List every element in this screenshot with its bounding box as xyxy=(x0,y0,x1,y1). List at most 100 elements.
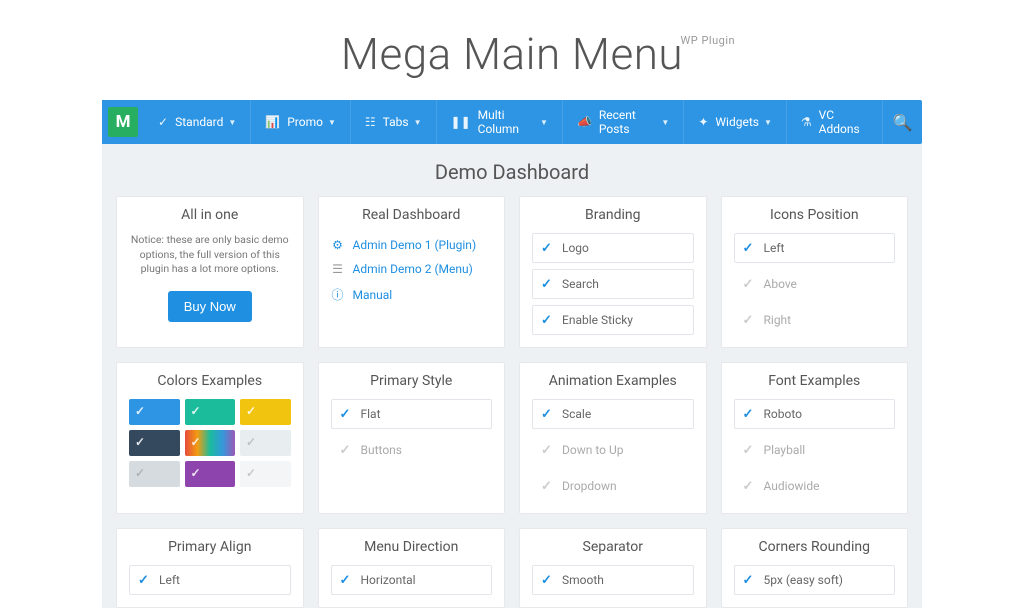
option-horizontal[interactable]: Horizontal xyxy=(331,565,493,595)
card-primary-align: Primary Align Left xyxy=(116,528,304,608)
option-flat[interactable]: Flat xyxy=(331,399,493,429)
card-menu-direction: Menu Direction Horizontal xyxy=(318,528,506,608)
nav-item-standard[interactable]: ✓Standard▼ xyxy=(144,100,251,144)
nav-item-tabs[interactable]: ☷Tabs▼ xyxy=(351,100,437,144)
option-label: Logo xyxy=(562,241,589,255)
check-icon xyxy=(541,481,554,492)
card-primary-style: Primary Style Flat Buttons xyxy=(318,362,506,514)
check-icon xyxy=(743,409,756,420)
nav-label: Multi Column xyxy=(478,108,535,136)
swatch-yellow[interactable] xyxy=(240,399,291,425)
nav-label: Recent Posts xyxy=(599,108,657,136)
flask-icon: ⚗ xyxy=(801,115,812,129)
option-right[interactable]: Right xyxy=(734,305,896,335)
card-branding: Branding Logo Search Enable Sticky xyxy=(519,196,707,348)
option-label: 5px (easy soft) xyxy=(764,573,843,587)
page-title: Mega Main Menu WP Plugin xyxy=(341,28,683,80)
check-icon xyxy=(743,243,756,254)
option-enable-sticky[interactable]: Enable Sticky xyxy=(532,305,694,335)
card-font: Font Examples Roboto Playball Audiowide xyxy=(721,362,909,514)
check-icon xyxy=(340,575,353,586)
option-label: Dropdown xyxy=(562,479,617,493)
option-logo[interactable]: Logo xyxy=(532,233,694,263)
card-animation: Animation Examples Scale Down to Up Drop… xyxy=(519,362,707,514)
check-icon xyxy=(743,279,756,290)
check-icon: ✓ xyxy=(158,115,168,129)
option-above[interactable]: Above xyxy=(734,269,896,299)
hero: Mega Main Menu WP Plugin xyxy=(0,0,1024,100)
option-label: Scale xyxy=(562,407,591,421)
nav-item-multicolumn[interactable]: ❚❚Multi Column▼ xyxy=(437,100,563,144)
nav-label: VC Addons xyxy=(819,108,869,136)
card-icons-position: Icons Position Left Above Right xyxy=(721,196,909,348)
option-left[interactable]: Left xyxy=(734,233,896,263)
link-label: Manual xyxy=(353,288,393,302)
card-title: Primary Align xyxy=(129,539,291,555)
swatch-blue[interactable] xyxy=(129,399,180,425)
card-colors: Colors Examples xyxy=(116,362,304,514)
nav-item-widgets[interactable]: ✦Widgets▼ xyxy=(684,100,787,144)
card-title: Corners Rounding xyxy=(734,539,896,555)
nav-item-vcaddons[interactable]: ⚗ VC Addons xyxy=(787,100,884,144)
option-label: Playball xyxy=(764,443,806,457)
card-title: Font Examples xyxy=(734,373,896,389)
option-roboto[interactable]: Roboto xyxy=(734,399,896,429)
title-sup: WP Plugin xyxy=(681,34,736,47)
swatch-rainbow[interactable] xyxy=(185,430,236,456)
option-label: Horizontal xyxy=(361,573,416,587)
option-5px[interactable]: 5px (easy soft) xyxy=(734,565,896,595)
card-title: Primary Style xyxy=(331,373,493,389)
option-smooth[interactable]: Smooth xyxy=(532,565,694,595)
chart-icon: 📊 xyxy=(265,115,280,129)
swatch-teal[interactable] xyxy=(185,399,236,425)
swatch-purple[interactable] xyxy=(185,461,236,487)
caret-down-icon: ▼ xyxy=(661,118,669,127)
card-title: Real Dashboard xyxy=(331,207,493,223)
nav-label: Widgets xyxy=(715,115,759,129)
nav-item-recent[interactable]: 📣Recent Posts▼ xyxy=(563,100,684,144)
caret-down-icon: ▼ xyxy=(540,118,548,127)
main-nav: M ✓Standard▼ 📊Promo▼ ☷Tabs▼ ❚❚Multi Colu… xyxy=(102,100,922,144)
option-label: Buttons xyxy=(361,443,403,457)
card-real-dashboard: Real Dashboard ⚙Admin Demo 1 (Plugin) ☰A… xyxy=(318,196,506,348)
option-dropdown[interactable]: Dropdown xyxy=(532,471,694,501)
search-icon: 🔍 xyxy=(893,113,913,132)
check-icon xyxy=(743,315,756,326)
buy-now-button[interactable]: Buy Now xyxy=(168,291,252,322)
swatch-light1[interactable] xyxy=(240,430,291,456)
option-playball[interactable]: Playball xyxy=(734,435,896,465)
option-label: Audiowide xyxy=(764,479,820,493)
option-label: Down to Up xyxy=(562,443,624,457)
notice-text: Notice: these are only basic demo option… xyxy=(129,233,291,277)
title-text: Mega Main Menu xyxy=(341,28,683,80)
card-separator: Separator Smooth xyxy=(519,528,707,608)
swatch-light2[interactable] xyxy=(129,461,180,487)
search-button[interactable]: 🔍 xyxy=(883,100,922,144)
option-buttons[interactable]: Buttons xyxy=(331,435,493,465)
link-manual[interactable]: ⓘManual xyxy=(331,281,493,308)
link-label: Admin Demo 1 (Plugin) xyxy=(353,238,477,252)
option-search[interactable]: Search xyxy=(532,269,694,299)
swatch-light3[interactable] xyxy=(240,461,291,487)
option-label: Search xyxy=(562,277,599,291)
logo-icon: M xyxy=(108,107,138,137)
nav-logo[interactable]: M xyxy=(102,100,144,144)
swatch-dark[interactable] xyxy=(129,430,180,456)
nav-label: Tabs xyxy=(383,115,409,129)
nav-label: Promo xyxy=(287,115,323,129)
check-icon xyxy=(743,575,756,586)
link-admin-demo-1[interactable]: ⚙Admin Demo 1 (Plugin) xyxy=(331,233,493,257)
check-icon xyxy=(340,409,353,420)
option-down-to-up[interactable]: Down to Up xyxy=(532,435,694,465)
option-left[interactable]: Left xyxy=(129,565,291,595)
check-icon xyxy=(541,445,554,456)
nav-item-promo[interactable]: 📊Promo▼ xyxy=(251,100,351,144)
check-icon xyxy=(541,243,554,254)
option-scale[interactable]: Scale xyxy=(532,399,694,429)
check-icon xyxy=(541,315,554,326)
option-label: Enable Sticky xyxy=(562,313,633,327)
option-audiowide[interactable]: Audiowide xyxy=(734,471,896,501)
link-admin-demo-2[interactable]: ☰Admin Demo 2 (Menu) xyxy=(331,257,493,281)
check-icon xyxy=(743,445,756,456)
check-icon xyxy=(340,445,353,456)
